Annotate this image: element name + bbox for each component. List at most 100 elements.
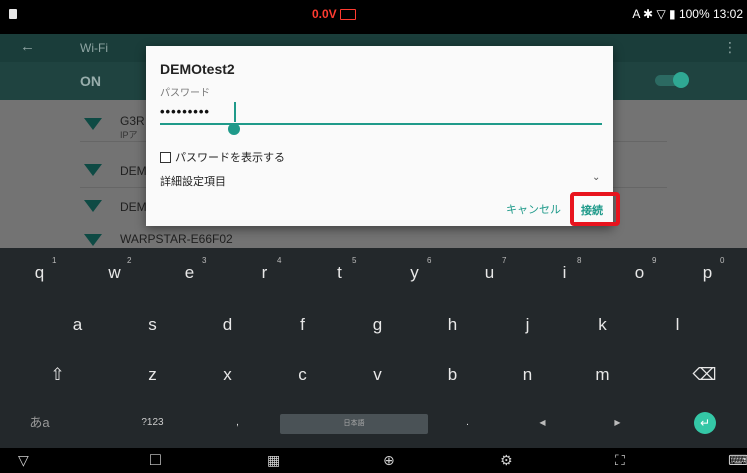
enter-icon[interactable]: ↵ (694, 412, 716, 434)
dialog-title: DEMOtest2 (160, 61, 235, 77)
key-i[interactable]: i8 (527, 248, 602, 298)
text-caret (234, 102, 236, 122)
keyboard-row-2: a s d f g h j k l (0, 300, 747, 350)
key-char: e (184, 263, 195, 282)
status-bar: 0.0V A ✱ ▽ ▮ 100% 13:02 (0, 0, 747, 34)
back-arrow-icon[interactable]: ← (20, 38, 35, 55)
cancel-button[interactable]: キャンセル (506, 201, 561, 217)
key-j[interactable]: j (490, 300, 565, 350)
key-d[interactable]: d (190, 300, 265, 350)
key-num: 5 (352, 256, 357, 265)
key-y[interactable]: y6 (377, 248, 452, 298)
keyboard-row-3: ⇧ z x c v b n m ⌫ (0, 350, 747, 400)
key-x[interactable]: x (190, 350, 265, 400)
key-num: 8 (577, 256, 582, 265)
backspace-icon[interactable]: ⌫ (667, 350, 742, 400)
screenshot-icon[interactable]: ⛶ (615, 452, 625, 469)
cursor-right-key[interactable]: ▶ (580, 398, 655, 448)
nav-recents-icon[interactable]: ▦ (267, 452, 280, 469)
network-row[interactable]: WARPSTAR-E66F02 (0, 226, 747, 248)
show-password-label: パスワードを表示する (175, 152, 285, 164)
status-right: A ✱ ▽ ▮ 100% 13:02 (632, 7, 743, 21)
key-f[interactable]: f (265, 300, 340, 350)
network-name: G3R (120, 114, 145, 128)
shift-icon[interactable]: ⇧ (20, 350, 95, 400)
password-input[interactable]: ••••••••• (160, 104, 602, 122)
voltage-text: 0.0V (312, 7, 337, 21)
nav-home-icon[interactable]: □ (150, 449, 161, 470)
period-key[interactable]: . (430, 398, 505, 448)
toggle-knob (673, 72, 689, 88)
key-num: 1 (52, 256, 57, 265)
cursor-handle[interactable] (228, 123, 240, 135)
network-status: IPア (120, 130, 138, 140)
show-password-checkbox[interactable] (160, 151, 171, 163)
key-m[interactable]: m (565, 350, 640, 400)
key-o[interactable]: o9 (602, 248, 677, 298)
key-q[interactable]: q1 (2, 248, 77, 298)
show-password-row[interactable]: パスワードを表示する (160, 149, 285, 165)
connect-button[interactable]: 接続 (581, 202, 603, 218)
key-char: q (34, 263, 45, 282)
key-u[interactable]: u7 (452, 248, 527, 298)
wifi-signal-icon (84, 164, 102, 176)
input-mode-key[interactable]: あa (2, 398, 77, 448)
key-char: i (562, 263, 567, 282)
key-b[interactable]: b (415, 350, 490, 400)
page-title: Wi-Fi (80, 41, 108, 55)
key-char: t (337, 263, 342, 282)
key-z[interactable]: z (115, 350, 190, 400)
key-s[interactable]: s (115, 300, 190, 350)
symbols-key[interactable]: ?123 (115, 398, 190, 448)
key-num: 9 (652, 256, 657, 265)
key-char: r (261, 263, 268, 282)
key-c[interactable]: c (265, 350, 340, 400)
wifi-signal-icon (84, 118, 102, 130)
key-char: w (108, 263, 121, 282)
key-num: 6 (427, 256, 432, 265)
wifi-on-label: ON (80, 73, 101, 89)
key-num: 4 (277, 256, 282, 265)
key-w[interactable]: w2 (77, 248, 152, 298)
gear-icon[interactable]: ⚙ (500, 452, 513, 469)
wifi-signal-icon (84, 234, 102, 246)
key-g[interactable]: g (340, 300, 415, 350)
wifi-signal-icon (84, 200, 102, 212)
key-a[interactable]: a (40, 300, 115, 350)
key-v[interactable]: v (340, 350, 415, 400)
key-e[interactable]: e3 (152, 248, 227, 298)
overflow-menu-icon[interactable]: ⋮ (723, 39, 737, 56)
cursor-left-key[interactable]: ◀ (505, 398, 580, 448)
connect-button-highlight[interactable]: 接続 (570, 192, 620, 226)
voltage-indicator: 0.0V (312, 7, 356, 21)
input-underline (160, 123, 602, 125)
key-t[interactable]: t5 (302, 248, 377, 298)
comma-key[interactable]: , (200, 398, 275, 448)
key-n[interactable]: n (490, 350, 565, 400)
key-char: p (702, 263, 713, 282)
key-char: y (410, 263, 419, 282)
key-p[interactable]: p0 (670, 248, 745, 298)
key-r[interactable]: r4 (227, 248, 302, 298)
network-name: WARPSTAR-E66F02 (120, 232, 233, 246)
key-num: 2 (127, 256, 132, 265)
wifi-toggle[interactable] (655, 72, 689, 88)
key-char: o (634, 263, 645, 282)
key-char: u (484, 263, 495, 282)
key-k[interactable]: k (565, 300, 640, 350)
wifi-password-dialog: DEMOtest2 パスワード ••••••••• パスワードを表示する 詳細設… (146, 46, 620, 226)
keyboard-icon[interactable]: ⌨ (728, 452, 747, 469)
network-name: DEM (120, 164, 147, 178)
key-l[interactable]: l (640, 300, 715, 350)
navigation-bar: ▽ □ ▦ ⊕ ⚙ ⛶ ⌨ (0, 448, 747, 473)
chevron-down-icon[interactable]: ⌄ (592, 172, 600, 183)
advanced-options[interactable]: 詳細設定項目 (160, 173, 226, 189)
key-num: 3 (202, 256, 207, 265)
key-h[interactable]: h (415, 300, 490, 350)
globe-icon[interactable]: ⊕ (383, 452, 395, 469)
space-key[interactable]: 日本語 (280, 414, 428, 434)
sim-icon (9, 9, 17, 19)
network-name: DEM (120, 200, 147, 214)
nav-back-icon[interactable]: ▽ (18, 452, 29, 469)
key-num: 7 (502, 256, 507, 265)
